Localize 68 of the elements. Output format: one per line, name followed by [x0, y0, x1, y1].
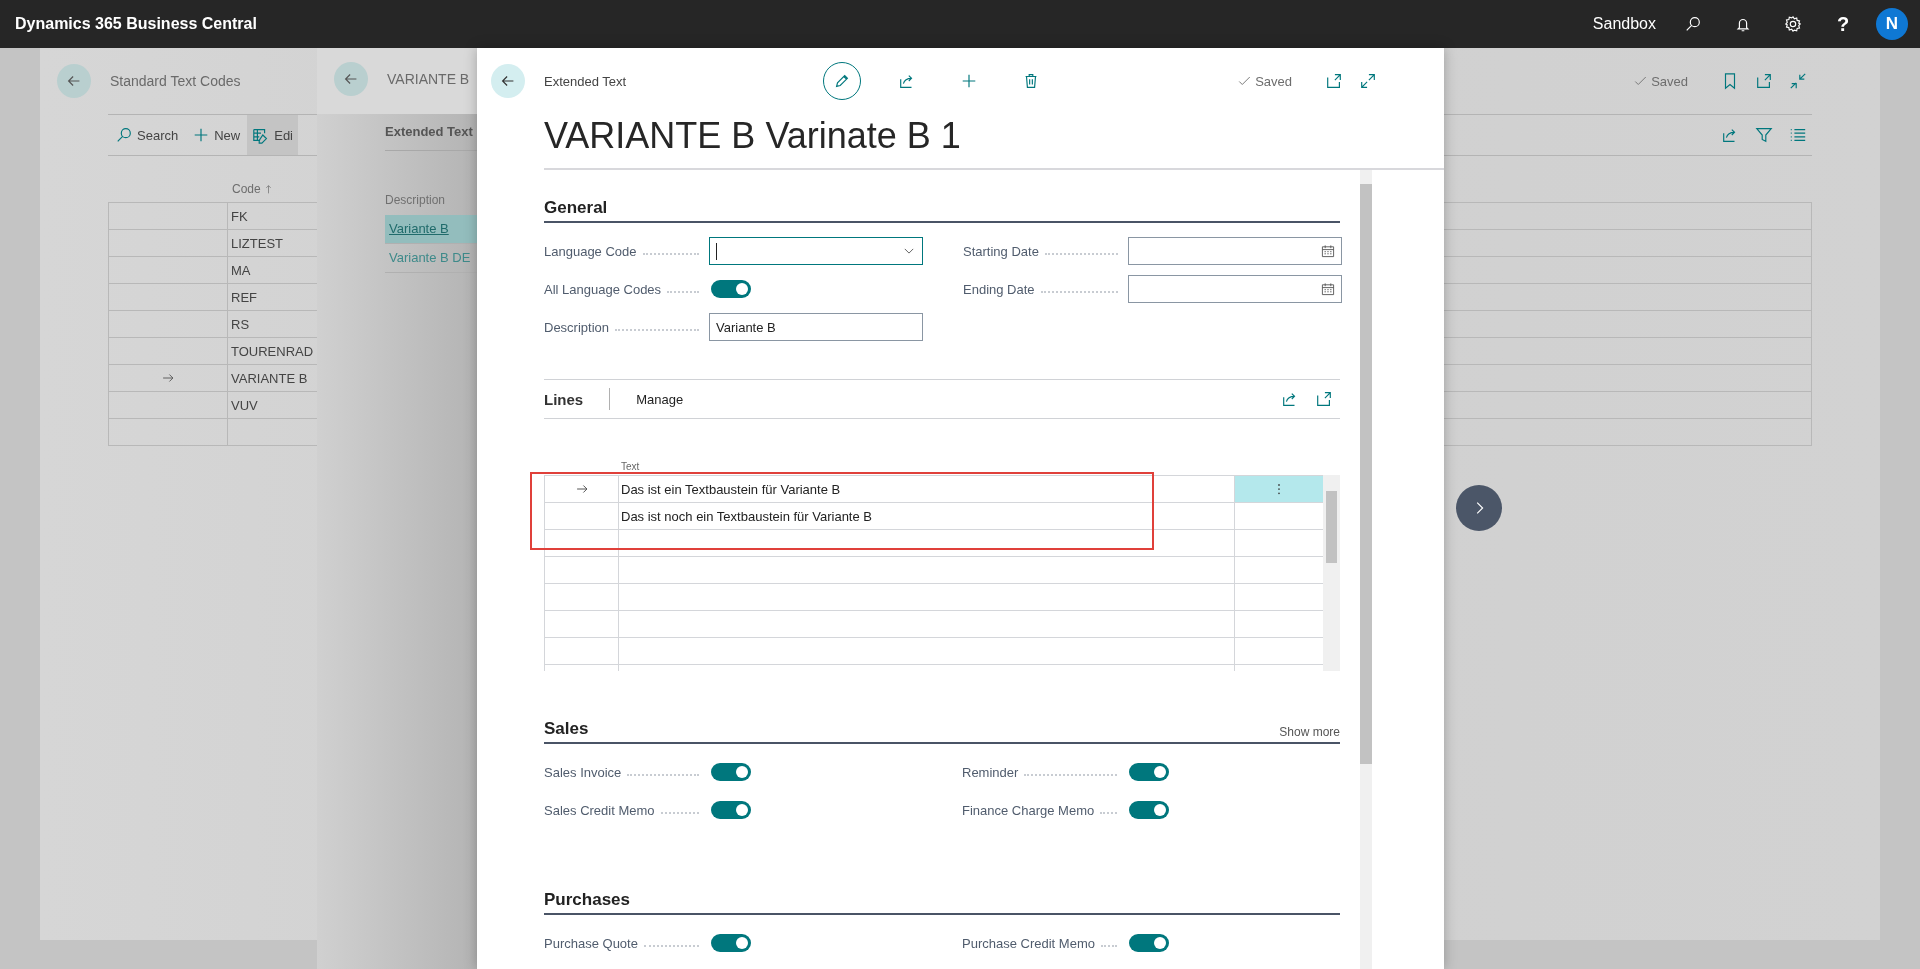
- section-title: Purchases: [544, 890, 630, 910]
- filter-icon[interactable]: [1755, 126, 1773, 144]
- open-new-window-icon[interactable]: [1325, 72, 1343, 90]
- action-button[interactable]: Search: [108, 115, 186, 155]
- field-label: Sales Invoice: [544, 764, 622, 780]
- toggle-switch[interactable]: [1129, 801, 1169, 819]
- help-button[interactable]: ?: [1826, 8, 1860, 40]
- toggle-switch[interactable]: [711, 763, 751, 781]
- field-label: All Language Codes: [544, 281, 662, 297]
- edit-icon[interactable]: [833, 72, 851, 90]
- expand-icon[interactable]: [1359, 72, 1377, 90]
- toggle-switch[interactable]: [711, 280, 751, 298]
- table-cell: MA: [231, 262, 251, 278]
- table-cell: VARIANTE B: [231, 370, 308, 386]
- action-button[interactable]: New: [185, 115, 248, 155]
- breadcrumb: Extended Text: [544, 73, 628, 89]
- search-icon: [115, 126, 133, 144]
- column-header: Description: [385, 193, 447, 209]
- part-title: Lines: [544, 390, 584, 408]
- list-view-icon[interactable]: [1789, 126, 1807, 144]
- page-title: Standard Text Codes: [110, 73, 241, 89]
- app-title: Dynamics 365 Business Central: [15, 15, 257, 33]
- open-new-window-icon[interactable]: [1755, 72, 1773, 90]
- section-title: Sales: [544, 719, 589, 739]
- date-field[interactable]: [1128, 237, 1342, 265]
- field-label: Language Code: [544, 243, 637, 259]
- table-cell: FK: [231, 208, 248, 224]
- collapse-icon[interactable]: [1789, 72, 1807, 90]
- table-cell: Das ist noch ein Textbaustein für Variante B: [619, 503, 1235, 529]
- table-cell: RS: [231, 316, 250, 332]
- saved-status: Saved: [1255, 73, 1292, 89]
- table-cell: TOURENRAD: [231, 343, 314, 359]
- toggle-switch[interactable]: [711, 934, 751, 952]
- calendar-icon: [1321, 244, 1335, 258]
- column-header[interactable]: Code: [232, 182, 261, 196]
- field-label: Description: [544, 319, 610, 335]
- field-label: Finance Charge Memo: [962, 802, 1095, 818]
- section-title: General: [544, 198, 608, 218]
- action-button[interactable]: Edi: [247, 115, 298, 155]
- show-more-link[interactable]: Show more: [1279, 725, 1340, 739]
- search-icon[interactable]: [1684, 15, 1702, 33]
- page-title: VARIANTE B: [387, 71, 470, 87]
- field-label: Purchase Credit Memo: [962, 935, 1095, 951]
- user-avatar[interactable]: N: [1876, 8, 1908, 40]
- toggle-switch[interactable]: [1129, 763, 1169, 781]
- field-label: Starting Date: [963, 243, 1039, 259]
- toggle-switch[interactable]: [711, 801, 751, 819]
- field-label: Ending Date: [963, 281, 1035, 297]
- saved-status: Saved: [1651, 73, 1688, 89]
- toggle-switch[interactable]: [1129, 934, 1169, 952]
- text-field[interactable]: Variante B: [709, 313, 923, 341]
- table-cell: LIZTEST: [231, 235, 283, 251]
- record-title: VARIANTE B Varinate B 1: [544, 114, 962, 158]
- manage-button[interactable]: Manage: [636, 391, 684, 407]
- table-cell: REF: [231, 289, 257, 305]
- dropdown-field[interactable]: [709, 237, 923, 265]
- scrollbar[interactable]: [1323, 475, 1340, 671]
- field-label: Reminder: [962, 764, 1019, 780]
- environment-label: Sandbox: [1592, 15, 1656, 33]
- field-label: Purchase Quote: [544, 935, 638, 951]
- open-new-window-icon[interactable]: [1315, 390, 1333, 408]
- date-field[interactable]: [1128, 275, 1342, 303]
- column-header: Text: [621, 461, 641, 474]
- scrollbar[interactable]: [1360, 170, 1372, 969]
- calendar-icon: [1321, 282, 1335, 296]
- table-cell: VUV: [231, 397, 258, 413]
- settings-icon[interactable]: [1784, 15, 1802, 33]
- field-label: Sales Credit Memo: [544, 802, 655, 818]
